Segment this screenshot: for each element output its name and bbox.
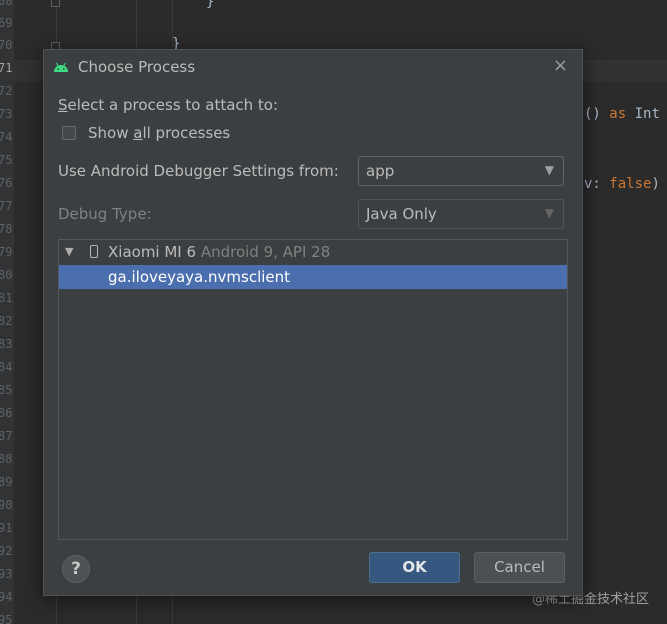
debug-type-label: Debug Type: [58, 205, 152, 223]
line-number: 80 [0, 268, 13, 282]
line-number: 78 [0, 222, 13, 236]
line-number: 90 [0, 498, 13, 512]
close-icon[interactable]: × [553, 55, 568, 76]
line-number: 68 [0, 0, 13, 8]
debug-type-value: Java Only [366, 205, 437, 223]
device-name: Xiaomi MI 6 Android 9, API 28 [108, 243, 331, 261]
line-number: 86 [0, 406, 13, 420]
debugger-settings-label: Use Android Debugger Settings from: [58, 162, 339, 180]
line-number: 84 [0, 360, 13, 374]
expand-arrow-icon[interactable]: ▼ [65, 245, 73, 258]
process-name: ga.iloveyaya.nvmsclient [108, 268, 291, 286]
line-number: 77 [0, 199, 13, 213]
line-number-gutter: 68 69 70 71 72 73 74 75 76 77 78 79 80 8… [0, 0, 14, 624]
phone-icon [90, 245, 98, 258]
help-button[interactable]: ? [62, 555, 90, 583]
code-brace: } [206, 0, 215, 10]
tree-device-row[interactable]: ▼ Xiaomi MI 6 Android 9, API 28 [59, 240, 567, 264]
line-number: 76 [0, 176, 13, 190]
fold-marker-icon[interactable] [51, 0, 60, 7]
debugger-settings-dropdown[interactable]: app ▼ [358, 156, 564, 186]
line-number: 92 [0, 544, 13, 558]
process-tree[interactable]: ▼ Xiaomi MI 6 Android 9, API 28 ga.ilove… [58, 239, 568, 540]
line-number: 71 [0, 61, 13, 75]
line-number: 89 [0, 475, 13, 489]
line-number: 94 [0, 590, 13, 604]
line-number: 72 [0, 84, 13, 98]
line-number: 69 [0, 16, 13, 30]
debugger-settings-value: app [366, 162, 395, 180]
cancel-button[interactable]: Cancel [474, 552, 565, 583]
line-number: 70 [0, 38, 13, 52]
tree-process-row[interactable]: ga.iloveyaya.nvmsclient [59, 265, 567, 289]
line-number: 81 [0, 291, 13, 305]
line-number: 88 [0, 452, 13, 466]
line-number: 91 [0, 521, 13, 535]
line-number: 93 [0, 567, 13, 581]
line-number: 74 [0, 130, 13, 144]
choose-process-dialog: Choose Process × Select a process to att… [43, 49, 583, 596]
line-number: 85 [0, 383, 13, 397]
dialog-title: Choose Process [78, 58, 196, 76]
line-number: 75 [0, 153, 13, 167]
line-number: 87 [0, 429, 13, 443]
dialog-titlebar[interactable]: Choose Process × [44, 50, 582, 84]
code-argument: v: false) [584, 176, 660, 192]
debug-type-dropdown: Java Only ▼ [358, 199, 564, 229]
android-icon [54, 62, 68, 72]
show-all-processes-checkbox[interactable] [62, 126, 76, 140]
line-number: 83 [0, 337, 13, 351]
line-number: 73 [0, 107, 13, 121]
line-number: 82 [0, 314, 13, 328]
select-process-label: Select a process to attach to: [58, 96, 279, 114]
chevron-down-icon: ▼ [544, 206, 554, 220]
code-cast-expression: () as Int [584, 106, 660, 122]
line-number: 79 [0, 245, 13, 259]
chevron-down-icon: ▼ [544, 163, 554, 177]
ok-button[interactable]: OK [369, 552, 460, 583]
show-all-processes-label[interactable]: Show all processes [88, 124, 230, 142]
line-number: 95 [0, 613, 13, 624]
